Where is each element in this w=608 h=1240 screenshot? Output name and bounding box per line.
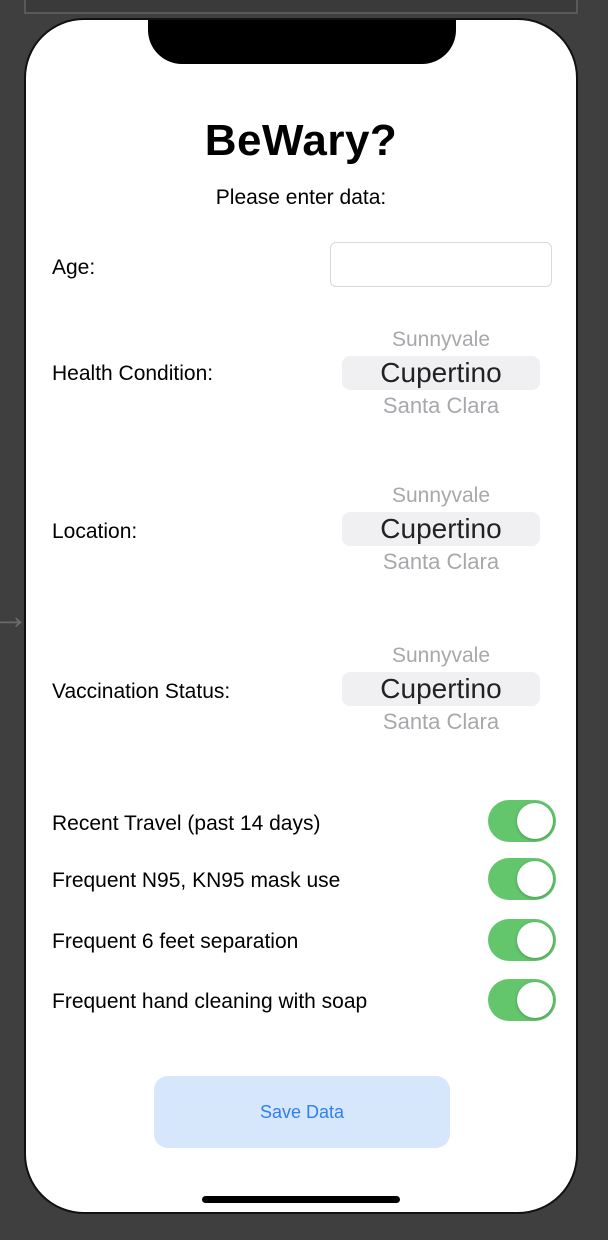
arrow-right-icon: → — [0, 594, 30, 638]
picker-option[interactable]: Santa Clara — [342, 393, 540, 419]
picker-option[interactable]: Sunnyvale — [342, 328, 540, 352]
separation-label: Frequent 6 feet separation — [52, 930, 299, 953]
picker-option[interactable]: Sunnyvale — [342, 484, 540, 508]
hand-cleaning-toggle[interactable] — [488, 979, 556, 1021]
picker-option[interactable]: Santa Clara — [342, 549, 540, 575]
save-data-button[interactable]: Save Data — [154, 1076, 450, 1148]
recent-travel-toggle[interactable] — [488, 800, 556, 842]
health-condition-label: Health Condition: — [52, 362, 214, 385]
picker-option-selected[interactable]: Cupertino — [342, 357, 540, 389]
window-top-bar — [24, 0, 578, 14]
vaccination-status-label: Vaccination Status: — [52, 680, 231, 703]
recent-travel-label: Recent Travel (past 14 days) — [52, 812, 321, 835]
picker-option-selected[interactable]: Cupertino — [342, 673, 540, 705]
age-input[interactable] — [330, 242, 552, 287]
vaccination-status-picker[interactable]: Sunnyvale Cupertino Santa Clara — [342, 636, 540, 736]
picker-option-selected[interactable]: Cupertino — [342, 513, 540, 545]
toggle-knob — [517, 861, 553, 897]
page-title: BeWary? — [204, 116, 398, 165]
location-picker[interactable]: Sunnyvale Cupertino Santa Clara — [342, 476, 540, 576]
age-label: Age: — [52, 256, 96, 279]
mask-use-label: Frequent N95, KN95 mask use — [52, 869, 341, 892]
picker-option[interactable]: Sunnyvale — [342, 644, 540, 668]
toggle-knob — [517, 922, 553, 958]
picker-option[interactable]: Santa Clara — [342, 709, 540, 735]
separation-toggle[interactable] — [488, 919, 556, 961]
device-notch — [148, 20, 456, 64]
home-indicator[interactable] — [202, 1196, 400, 1203]
location-label: Location: — [52, 520, 138, 543]
phone-screen: BeWary? Please enter data: Age: Health C… — [24, 18, 578, 1214]
toggle-knob — [517, 982, 553, 1018]
page-subtitle: Please enter data: — [215, 186, 387, 209]
health-condition-picker[interactable]: Sunnyvale Cupertino Santa Clara — [342, 320, 540, 420]
toggle-knob — [517, 803, 553, 839]
hand-cleaning-label: Frequent hand cleaning with soap — [52, 990, 368, 1013]
mask-use-toggle[interactable] — [488, 858, 556, 900]
